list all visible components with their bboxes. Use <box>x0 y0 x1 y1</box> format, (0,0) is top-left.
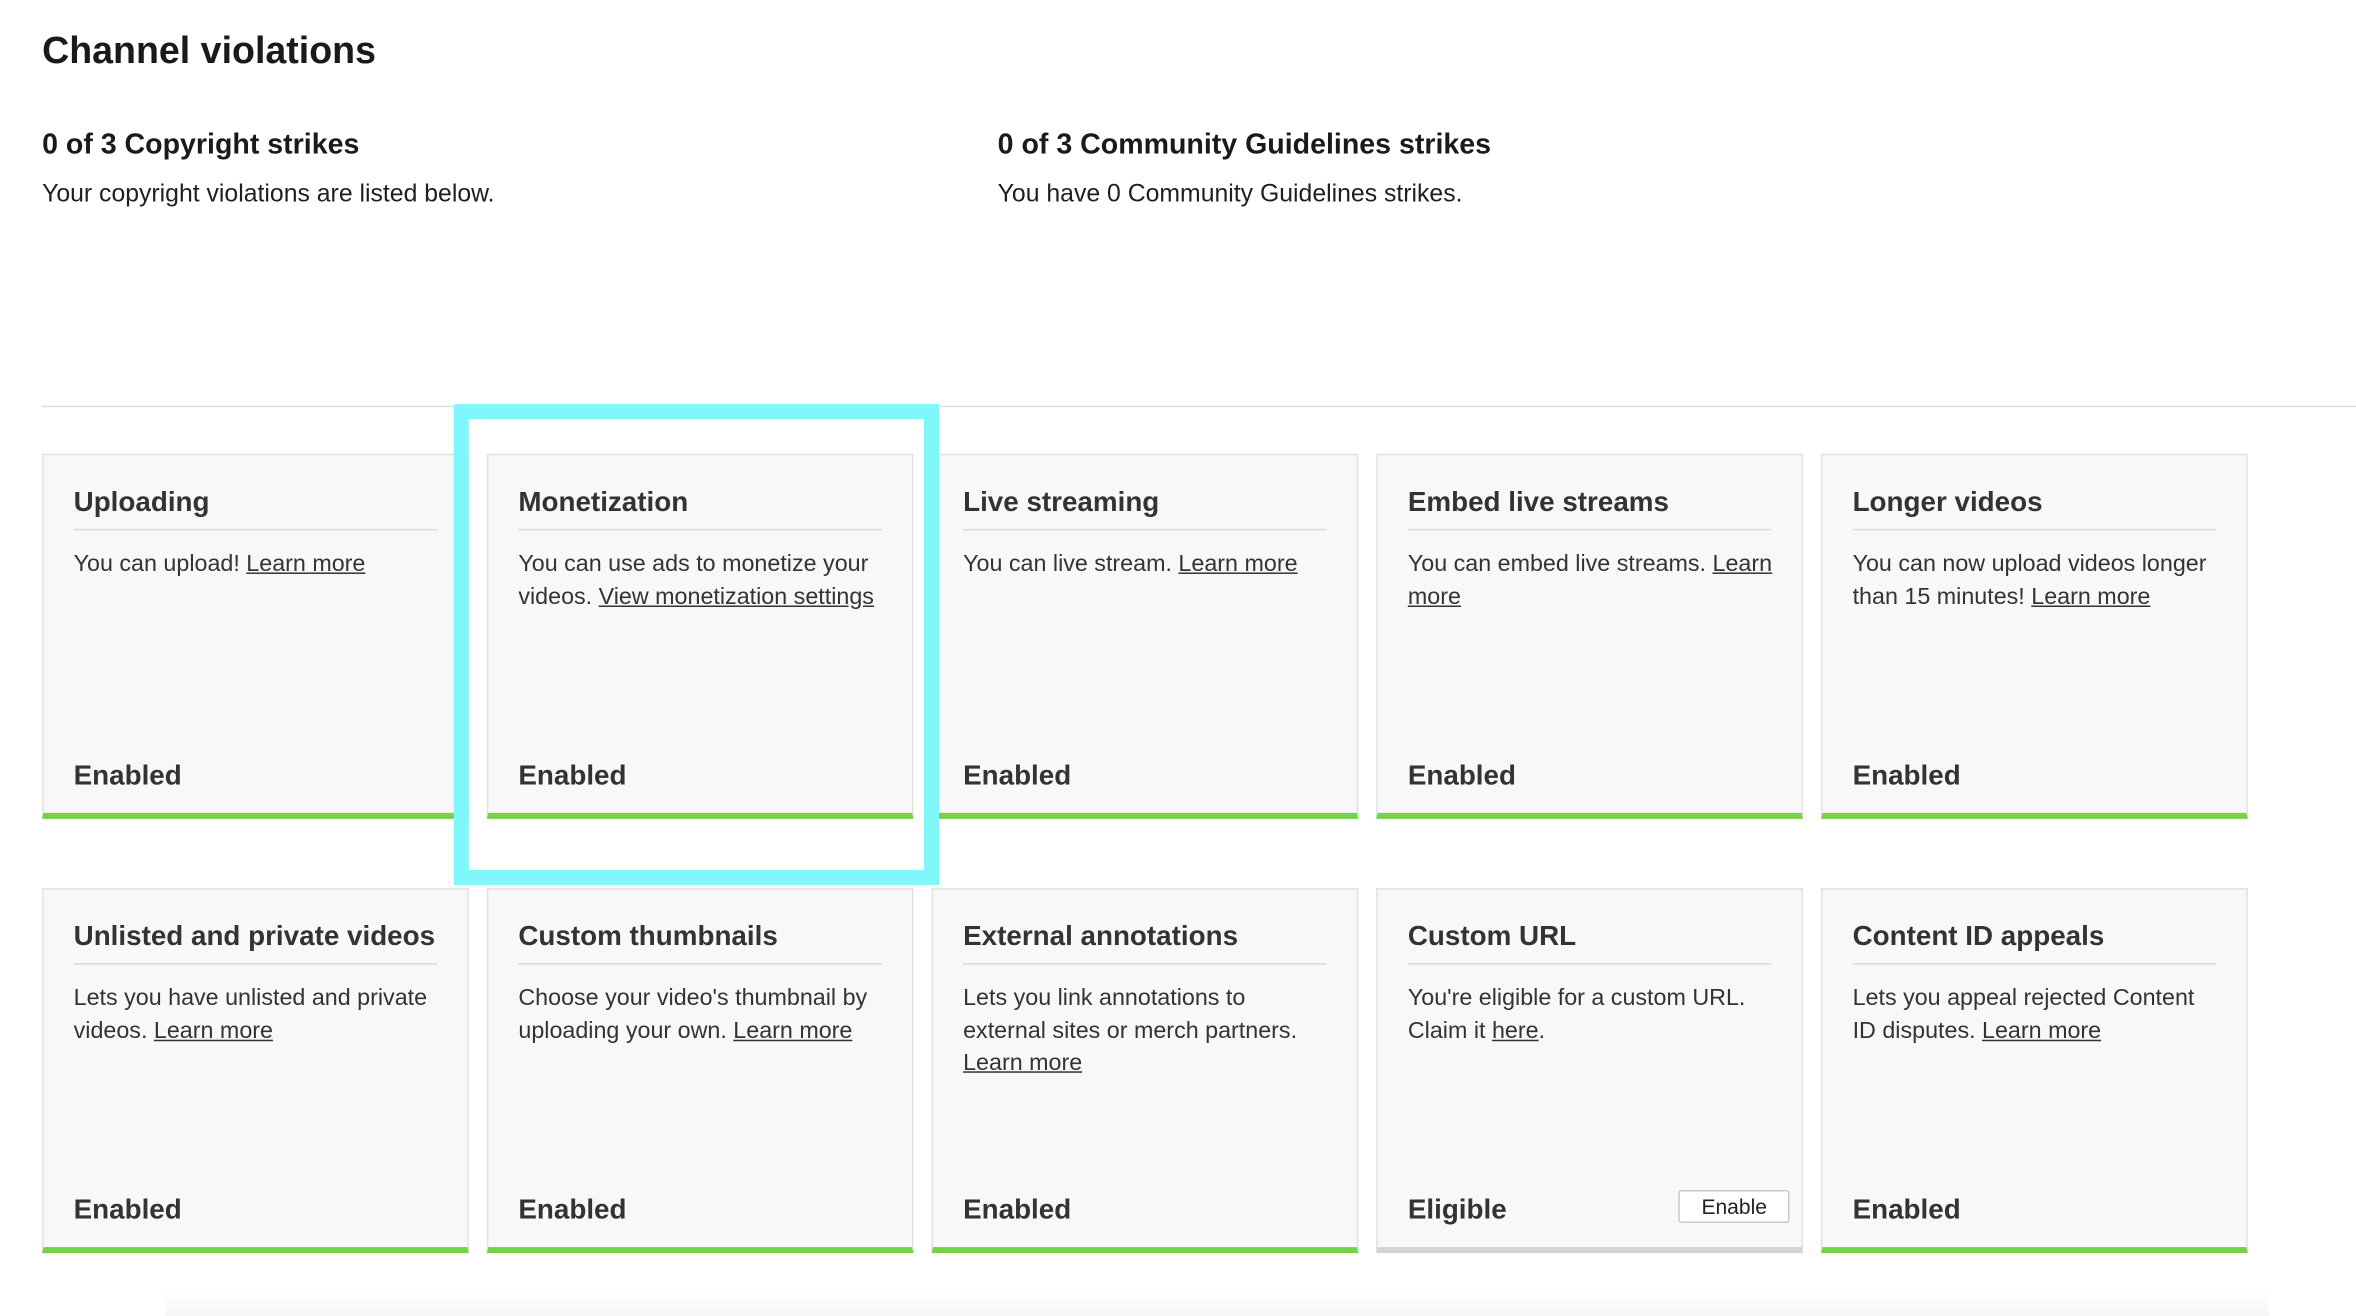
feature-description: You can live stream. Learn more <box>963 548 1333 580</box>
feature-status: Enabled <box>518 758 627 791</box>
page: Channel violations 0 of 3 Copyright stri… <box>0 0 2356 1316</box>
section-divider <box>42 405 2356 408</box>
feature-description: Choose your video's thumbnail by uploadi… <box>518 983 888 1048</box>
feature-title: Embed live streams <box>1407 485 1772 531</box>
feature-text: You can live stream. <box>963 551 1179 577</box>
feature-text: You can now upload videos longer than 15… <box>1852 551 2207 610</box>
feature-status: Enabled <box>518 1192 627 1225</box>
feature-text: Lets you link annotations to external si… <box>963 985 1298 1044</box>
feature-title: Custom thumbnails <box>518 920 882 965</box>
learn-more-link[interactable]: Learn more <box>154 1018 273 1044</box>
feature-status: Eligible <box>1407 1192 1507 1225</box>
feature-status: Enabled <box>1852 1192 1961 1225</box>
feature-text: You can embed live streams. <box>1407 551 1713 577</box>
learn-more-link[interactable]: Learn more <box>733 1018 852 1044</box>
feature-card-content-id-appeals: Content ID appeals Lets you appeal rejec… <box>1821 887 2248 1254</box>
feature-title: Monetization <box>518 485 882 531</box>
feature-status: Enabled <box>963 758 1072 791</box>
copyright-strikes: 0 of 3 Copyright strikes Your copyright … <box>42 129 494 209</box>
feature-description: You can use ads to monetize your videos.… <box>518 548 888 613</box>
feature-description: You can now upload videos longer than 15… <box>1853 548 2223 613</box>
feature-status: Enabled <box>1407 758 1516 791</box>
feature-status: Enabled <box>73 1192 182 1225</box>
feature-title: Custom URL <box>1407 920 1772 965</box>
feature-title: Unlisted and private videos <box>73 920 438 965</box>
feature-description: You can upload! Learn more <box>74 548 444 580</box>
channel-status-panel: Channel violations 0 of 3 Copyright stri… <box>0 0 2356 1316</box>
community-strikes-description: You have 0 Community Guidelines strikes. <box>997 180 1463 208</box>
feature-description: You're eligible for a custom URL. Claim … <box>1408 983 1778 1048</box>
feature-card-live-streaming: Live streaming You can live stream. Lear… <box>931 453 1359 819</box>
feature-card-embed-live-streams: Embed live streams You can embed live st… <box>1376 453 1804 819</box>
feature-description: You can embed live streams. Learn more <box>1408 548 1778 613</box>
claim-custom-url-link[interactable]: here <box>1492 1018 1539 1044</box>
community-guidelines-strikes: 0 of 3 Community Guidelines strikes You … <box>998 129 1491 209</box>
learn-more-link[interactable]: Learn more <box>246 551 365 577</box>
feature-card-unlisted-private-videos: Unlisted and private videos Lets you hav… <box>42 887 469 1254</box>
feature-description: Lets you appeal rejected Content ID disp… <box>1853 983 2223 1048</box>
feature-title: Uploading <box>73 485 438 531</box>
learn-more-link[interactable]: Learn more <box>1982 1018 2101 1044</box>
feature-text: You can upload! <box>73 551 247 577</box>
feature-title: Content ID appeals <box>1852 920 2217 965</box>
community-strikes-title: 0 of 3 Community Guidelines strikes <box>997 129 1492 161</box>
feature-status: Enabled <box>73 758 182 791</box>
enable-button[interactable]: Enable <box>1678 1189 1790 1224</box>
feature-status: Enabled <box>1852 758 1961 791</box>
feature-card-custom-url: Custom URL You're eligible for a custom … <box>1376 887 1804 1254</box>
bottom-fade <box>165 1289 2269 1316</box>
feature-card-uploading: Uploading You can upload! Learn more Ena… <box>42 453 469 819</box>
feature-card-custom-thumbnails: Custom thumbnails Choose your video's th… <box>486 887 914 1254</box>
copyright-strikes-title: 0 of 3 Copyright strikes <box>42 129 360 161</box>
feature-description: Lets you link annotations to external si… <box>963 983 1333 1080</box>
learn-more-link[interactable]: Learn more <box>963 1050 1082 1076</box>
view-monetization-settings-link[interactable]: View monetization settings <box>599 584 874 610</box>
feature-status: Enabled <box>963 1192 1072 1225</box>
feature-title: Longer videos <box>1852 485 2217 531</box>
copyright-strikes-description: Your copyright violations are listed bel… <box>42 180 495 208</box>
learn-more-link[interactable]: Learn more <box>2031 584 2150 610</box>
learn-more-link[interactable]: Learn more <box>1178 551 1297 577</box>
feature-text-after: . <box>1538 1017 1546 1044</box>
feature-description: Lets you have unlisted and private video… <box>74 983 444 1048</box>
feature-text: You're eligible for a custom URL. Claim … <box>1407 985 1746 1044</box>
feature-card-longer-videos: Longer videos You can now upload videos … <box>1821 453 2248 819</box>
feature-card-monetization: Monetization You can use ads to monetize… <box>486 453 914 819</box>
feature-title: Live streaming <box>963 485 1327 531</box>
page-title: Channel violations <box>42 30 377 73</box>
feature-card-external-annotations: External annotations Lets you link annot… <box>931 887 1359 1254</box>
feature-title: External annotations <box>963 920 1327 965</box>
